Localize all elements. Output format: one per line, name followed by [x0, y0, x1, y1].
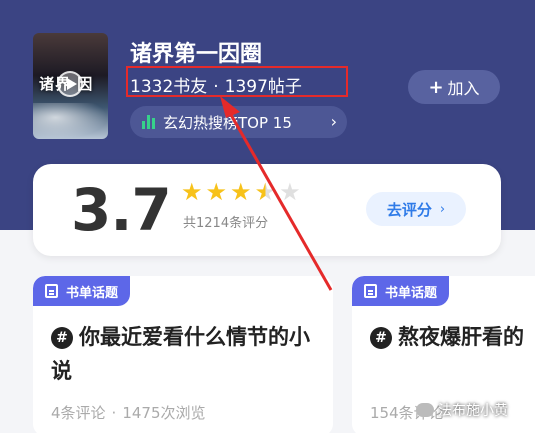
topic-card[interactable]: 书单话题 # 你最近爱看什么情节的小说 4条评论 · 1475次浏览 [33, 276, 333, 433]
topic-title-text: 熬夜爆肝看的 [398, 325, 524, 349]
cover-mist [33, 103, 108, 139]
topic-tag: 书单话题 [33, 276, 131, 306]
star-icon: ★ [205, 178, 228, 206]
rating-score: 3.7 [71, 176, 172, 244]
rank-label: 玄幻热搜榜TOP 15 [163, 113, 292, 132]
hashtag-icon: # [51, 327, 73, 349]
topic-tag-label: 书单话题 [66, 285, 119, 301]
topic-meta: 4条评论 · 1475次浏览 [51, 402, 206, 423]
stats-separator: · [213, 77, 219, 97]
document-icon [45, 284, 58, 298]
rating-stars: ★ ★ ★ ★ ★ [181, 180, 301, 204]
plus-icon: + [428, 76, 444, 98]
rate-button[interactable]: 去评分 › [366, 192, 466, 226]
join-label: 加入 [447, 79, 480, 98]
topic-tag-label: 书单话题 [385, 285, 438, 301]
topic-views: 1475次浏览 [122, 404, 206, 422]
chevron-right-icon: › [330, 112, 337, 131]
chevron-right-icon: › [439, 201, 446, 217]
topic-title: # 你最近爱看什么情节的小说 [51, 320, 323, 388]
star-icon: ★ [279, 178, 301, 206]
book-cover[interactable]: 诸界·因 [33, 33, 108, 139]
circle-stats: 1332书友 · 1397帖子 [130, 72, 302, 97]
topic-title-text: 你最近爱看什么情节的小说 [51, 325, 310, 383]
star-icon: ★ [230, 178, 252, 206]
play-icon[interactable] [57, 71, 83, 97]
topic-tag: 书单话题 [352, 276, 450, 306]
star-icon: ★ [181, 178, 203, 206]
watermark: 法布施小黄 [416, 400, 508, 420]
member-count: 1332书友 [130, 77, 208, 97]
wechat-icon [416, 403, 434, 417]
bar-chart-icon [142, 115, 155, 129]
post-count: 1397帖子 [224, 77, 302, 97]
circle-name: 诸界第一因圈 [130, 42, 263, 67]
rating-card: 3.7 ★ ★ ★ ★ ★ 共1214条评分 去评分 › [33, 164, 501, 256]
rank-badge[interactable]: 玄幻热搜榜TOP 15 › [130, 106, 347, 138]
join-button[interactable]: + 加入 [408, 70, 500, 104]
hashtag-icon: # [370, 327, 392, 349]
rate-label: 去评分 [386, 200, 432, 219]
watermark-text: 法布施小黄 [438, 403, 508, 419]
meta-separator: · [111, 404, 117, 422]
rating-count: 共1214条评分 [183, 216, 269, 231]
star-icon: ★ [254, 178, 277, 206]
document-icon [364, 284, 377, 298]
topic-comments: 4条评论 [51, 404, 106, 422]
topic-title: # 熬夜爆肝看的 [370, 320, 535, 354]
